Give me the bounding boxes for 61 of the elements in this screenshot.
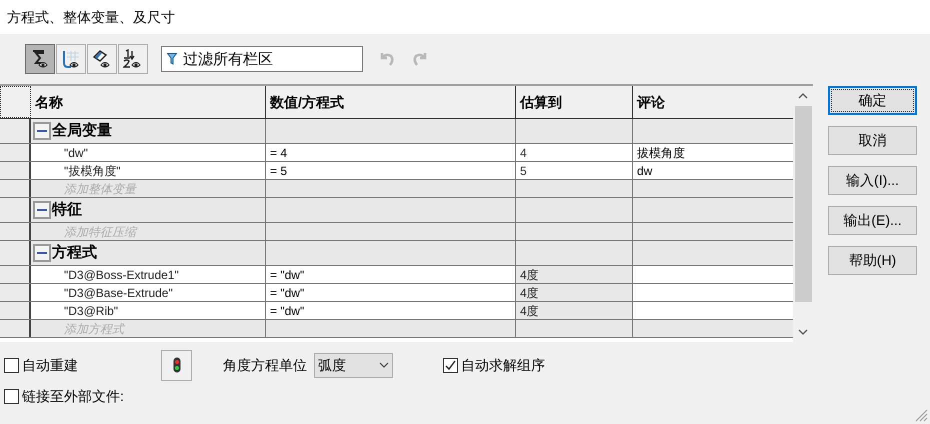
group-name: 特征 [52,200,82,220]
traffic-light-icon [172,357,180,373]
variable-name: "拔模角度" [64,162,121,180]
value-text[interactable]: = "dw" [270,302,304,320]
column-header[interactable]: 数值/方程式 [270,92,344,112]
view-toggle-button[interactable] [56,44,86,74]
comment-text[interactable]: dw [637,162,652,180]
view-toggle-button[interactable] [87,44,117,74]
view-toggle-button[interactable] [25,44,55,74]
dialog-button[interactable]: 帮助(H) [828,246,917,275]
evaluated-value: 4度 [520,266,540,284]
variable-name: "D3@Boss-Extrude1" [64,266,179,284]
column-header[interactable]: 估算到 [520,92,562,112]
window-title: 方程式、整体变量、及尺寸 [7,8,175,26]
value-text[interactable]: = 4 [270,144,288,162]
sort-order-eye-icon [123,49,143,69]
filter-icon [167,53,177,65]
row-header[interactable] [0,284,31,301]
evaluated-value: 5 [520,162,528,180]
angle-unit-dropdown[interactable]: 弧度 [314,352,393,378]
collapse-toggle[interactable] [33,122,51,140]
checkbox-label: 链接至外部文件: [22,387,124,406]
dialog-button[interactable]: 确定 [828,86,917,115]
filter-field[interactable]: 过滤所有栏区 [161,46,363,72]
checkbox-label: 自动重建 [22,356,78,374]
collapse-toggle[interactable] [33,244,51,262]
evaluated-value: 4 [520,144,528,162]
chevron-down-icon [379,362,389,368]
value-text[interactable]: = "dw" [270,284,304,302]
resize-grip-icon[interactable] [914,408,928,422]
sigma-eye-icon [30,49,50,69]
value-text[interactable]: = "dw" [270,266,304,284]
evaluated-value: 4度 [520,302,540,320]
value-text[interactable]: = 5 [270,162,288,180]
comment-text[interactable]: 拔模角度 [637,144,685,162]
view-toggle-button[interactable] [118,44,148,74]
collapse-toggle[interactable] [33,201,51,219]
column-header[interactable]: 名称 [35,92,63,112]
evaluated-value: 4度 [520,284,540,302]
dialog-button[interactable]: 输入(I)... [828,166,917,195]
checkbox-label: 自动求解组序 [461,356,545,374]
column-header[interactable]: 评论 [637,92,665,112]
row-header[interactable] [0,266,31,283]
dialog-button[interactable]: 取消 [828,126,917,155]
checkbox[interactable] [4,389,19,404]
group-name: 方程式 [52,242,97,263]
variable-name: "dw" [64,144,88,162]
tag-eye-icon [92,49,112,69]
corner-cell[interactable] [0,86,31,118]
sketch-eye-icon [61,49,81,69]
checkbox[interactable] [443,358,458,372]
angle-unit-label: 角度方程单位 [223,356,307,374]
checkbox[interactable] [4,358,19,372]
variable-name: "D3@Rib" [64,302,118,320]
row-header[interactable] [0,302,31,319]
row-header[interactable] [0,144,31,161]
group-name: 全局变量 [52,120,112,141]
dialog-button[interactable]: 输出(E)... [828,206,917,235]
variable-name: "D3@Base-Extrude" [64,284,173,302]
traffic-light-button[interactable] [161,350,192,380]
row-header[interactable] [0,162,31,179]
